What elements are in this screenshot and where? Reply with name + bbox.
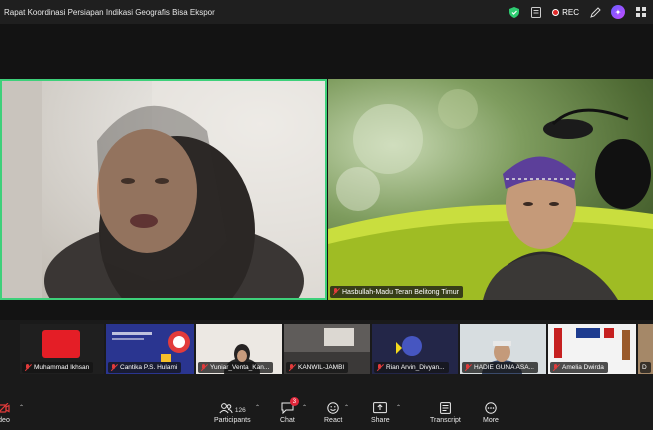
thumbnail-name-label: Yuniar_Venta_Kan... bbox=[198, 362, 274, 373]
thumbnail-name-label: D bbox=[640, 362, 651, 373]
react-options-chevron-icon[interactable]: ⌃ bbox=[344, 404, 349, 411]
thumbnail-tile[interactable]: Amelia Dwirda bbox=[548, 324, 636, 374]
participants-label: Participants bbox=[214, 417, 251, 424]
mic-muted-icon bbox=[376, 363, 383, 372]
participant-name: Hasbullah-Madu Teran Belitong Timur bbox=[342, 288, 459, 296]
smiley-icon bbox=[327, 400, 339, 414]
video-options-chevron-icon[interactable]: ⌃ bbox=[19, 404, 24, 411]
thumbnail-name-label: Amelia Dwirda bbox=[550, 362, 608, 373]
chat-button[interactable]: 3 Chat bbox=[280, 397, 299, 424]
meeting-toolbar: deo ⌃ 126 Participants ⌃ 3 Chat ⌃ React … bbox=[0, 396, 653, 430]
thumbnail-tile[interactable]: Cantika P.S. Hulami bbox=[106, 324, 194, 374]
speaker-video-image bbox=[2, 81, 325, 298]
thumbnail-tile[interactable]: HADIE GUNA ASA... bbox=[460, 324, 546, 374]
thumbnail-name-label: KANWIL-JAMBI bbox=[286, 362, 349, 373]
title-bar-controls: REC ✦ bbox=[508, 0, 647, 24]
participant-strip: Muhammad Ikhsan Cantika P.S. Hulami Yuni… bbox=[0, 324, 653, 376]
title-bar: Rapat Koordinasi Persiapan Indikasi Geog… bbox=[0, 0, 653, 24]
participants-options-chevron-icon[interactable]: ⌃ bbox=[255, 404, 260, 411]
transcript-label: Transcript bbox=[430, 417, 461, 424]
video-tile-active-speaker[interactable] bbox=[0, 79, 327, 300]
share-screen-icon bbox=[373, 400, 388, 414]
thumbnail-name: Muhammad Ikhsan bbox=[34, 364, 90, 371]
video-tile-participant[interactable]: Hasbullah-Madu Teran Belitong Timur bbox=[328, 79, 653, 300]
mic-muted-icon bbox=[288, 363, 295, 372]
thumbnail-name-label: HADIE GUNA ASA... bbox=[462, 362, 538, 373]
thumbnail-tile[interactable]: Muhammad Ikhsan bbox=[20, 324, 104, 374]
chat-icon: 3 bbox=[281, 397, 299, 414]
mic-muted-icon bbox=[332, 288, 339, 296]
chat-label: Chat bbox=[280, 417, 295, 424]
react-button[interactable]: React bbox=[324, 400, 342, 424]
mic-muted-icon bbox=[200, 363, 207, 372]
rec-dot-icon bbox=[552, 8, 560, 16]
chat-unread-badge: 3 bbox=[289, 397, 299, 406]
participants-icon: 126 bbox=[219, 400, 246, 414]
share-label: Share bbox=[371, 417, 390, 424]
more-button[interactable]: More bbox=[483, 400, 499, 424]
more-label: More bbox=[483, 417, 499, 424]
thumbnail-name-label: Muhammad Ikhsan bbox=[22, 362, 94, 373]
more-options-icon bbox=[485, 400, 497, 414]
participant-name-label: Hasbullah-Madu Teran Belitong Timur bbox=[330, 286, 463, 298]
share-options-chevron-icon[interactable]: ⌃ bbox=[396, 404, 401, 411]
ai-companion-icon[interactable]: ✦ bbox=[611, 5, 625, 19]
participant-video-image bbox=[328, 89, 653, 300]
thumbnail-name: KANWIL-JAMBI bbox=[298, 364, 345, 371]
chat-options-chevron-icon[interactable]: ⌃ bbox=[302, 404, 307, 411]
thumbnail-name: Rian Arvin_Divyan... bbox=[386, 364, 445, 371]
thumbnail-name: D bbox=[642, 364, 647, 371]
thumbnail-name: Yuniar_Venta_Kan... bbox=[210, 364, 270, 371]
transcript-icon bbox=[440, 400, 451, 414]
thumbnail-name-label: Cantika P.S. Hulami bbox=[108, 362, 182, 373]
mic-muted-icon bbox=[24, 363, 31, 372]
video-label: deo bbox=[0, 417, 10, 424]
recording-indicator[interactable]: REC bbox=[552, 8, 579, 17]
thumbnail-name: Cantika P.S. Hulami bbox=[120, 364, 178, 371]
gallery-view-icon[interactable] bbox=[635, 6, 647, 18]
participants-count: 126 bbox=[234, 407, 246, 414]
avatar bbox=[42, 330, 80, 358]
video-stage: Hasbullah-Madu Teran Belitong Timur bbox=[0, 24, 653, 320]
mic-muted-icon bbox=[464, 363, 471, 372]
thumbnail-tile[interactable]: Rian Arvin_Divyan... bbox=[372, 324, 458, 374]
react-label: React bbox=[324, 417, 343, 424]
mic-muted-icon bbox=[552, 363, 559, 372]
notes-icon[interactable] bbox=[530, 6, 542, 18]
pencil-icon[interactable] bbox=[589, 6, 601, 18]
meeting-title: Rapat Koordinasi Persiapan Indikasi Geog… bbox=[4, 7, 215, 17]
participants-button[interactable]: 126 Participants bbox=[214, 400, 251, 424]
video-button[interactable]: deo bbox=[0, 400, 10, 424]
share-button[interactable]: Share bbox=[371, 400, 390, 424]
thumbnail-tile[interactable]: Yuniar_Venta_Kan... bbox=[196, 324, 282, 374]
thumbnail-tile[interactable]: D bbox=[638, 324, 653, 374]
thumbnail-name: HADIE GUNA ASA... bbox=[474, 364, 534, 371]
thumbnail-name: Amelia Dwirda bbox=[562, 364, 604, 371]
thumbnail-tile[interactable] bbox=[0, 324, 18, 374]
mic-muted-icon bbox=[110, 363, 117, 372]
thumbnail-tile[interactable]: KANWIL-JAMBI bbox=[284, 324, 370, 374]
rec-label: REC bbox=[562, 7, 579, 17]
video-off-icon bbox=[0, 400, 10, 414]
transcript-button[interactable]: Transcript bbox=[430, 400, 461, 424]
shield-icon[interactable] bbox=[508, 6, 520, 18]
thumbnail-name-label: Rian Arvin_Divyan... bbox=[374, 362, 449, 373]
